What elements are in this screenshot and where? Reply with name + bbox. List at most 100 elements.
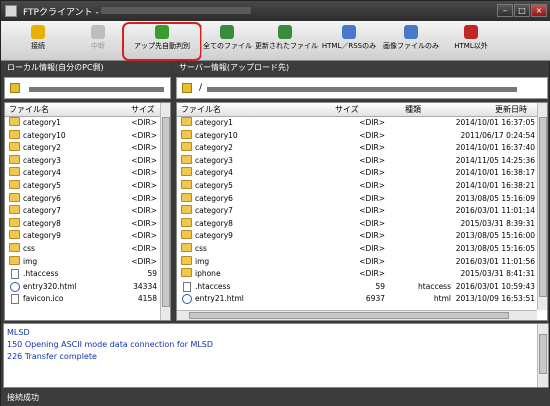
- local-col-name[interactable]: ファイル名: [9, 103, 49, 117]
- all-files-button[interactable]: 全てのファイル: [203, 23, 252, 59]
- html-rss-button[interactable]: HTML／RSSのみ: [319, 23, 379, 59]
- file-row[interactable]: img <DIR> 2016/03/01 11:01:56: [177, 255, 537, 269]
- file-row[interactable]: category1 <DIR>: [5, 117, 160, 130]
- file-row[interactable]: .htaccess 59 htaccess 2016/03/01 10:59:43: [177, 281, 537, 294]
- file-row[interactable]: category10 <DIR>: [5, 129, 160, 143]
- cell-size: <DIR>: [359, 168, 385, 178]
- file-row[interactable]: category3 <DIR> 2014/11/05 14:25:36: [177, 154, 537, 168]
- cell-name: category7: [195, 206, 233, 216]
- folder-icon: [9, 180, 20, 189]
- cell-name: category5: [195, 181, 233, 190]
- server-hscroll-thumb[interactable]: [189, 312, 509, 319]
- file-row[interactable]: category9 <DIR> 2013/08/05 15:16:00: [177, 230, 537, 243]
- local-path-field[interactable]: [4, 77, 171, 99]
- file-row[interactable]: category3 <DIR>: [5, 154, 160, 168]
- cell-name: category8: [23, 218, 61, 228]
- cell-name: category3: [23, 155, 61, 165]
- log-line: 150 Opening ASCII mode data connection f…: [7, 340, 214, 349]
- maximize-button[interactable]: □: [514, 4, 530, 17]
- cell-date: 2016/03/01 10:59:43: [455, 281, 535, 291]
- cell-size: <DIR>: [131, 218, 157, 228]
- file-row[interactable]: entry21.html 6937 html 2013/10/09 16:53:51: [177, 293, 537, 306]
- server-col-date[interactable]: 更新日時: [495, 103, 527, 117]
- folder-icon: [181, 180, 192, 189]
- folder-icon: [181, 142, 192, 152]
- auto-detect-button[interactable]: アップ先自動判別: [126, 23, 198, 59]
- cell-name: category7: [23, 206, 61, 216]
- image-files-label: 画像ファイルのみ: [383, 42, 439, 50]
- no-html-button[interactable]: HTML以外: [449, 23, 493, 59]
- cell-name: css: [195, 244, 207, 253]
- log-scrollbar[interactable]: [537, 324, 548, 387]
- file-row[interactable]: category5 <DIR>: [5, 180, 160, 193]
- html-file-icon: [10, 281, 20, 292]
- file-row[interactable]: .htaccess 59: [5, 268, 160, 281]
- server-scroll-thumb[interactable]: [539, 117, 547, 297]
- file-row[interactable]: img <DIR>: [5, 255, 160, 269]
- file-row[interactable]: category10 <DIR> 2011/06/17 0:24:54: [177, 129, 537, 143]
- cell-date: 2013/08/05 15:16:05: [455, 244, 535, 253]
- cell-size: <DIR>: [359, 269, 385, 279]
- local-col-size[interactable]: サイズ: [131, 103, 155, 117]
- file-row[interactable]: favicon.ico 4158: [5, 293, 160, 306]
- connect-label: 接続: [31, 42, 45, 50]
- server-path-field[interactable]: /: [176, 77, 548, 99]
- file-row[interactable]: category4 <DIR>: [5, 167, 160, 180]
- log-scroll-thumb[interactable]: [539, 334, 547, 374]
- cell-size: <DIR>: [131, 206, 157, 216]
- close-button[interactable]: ×: [531, 4, 547, 17]
- folder-icon: [9, 205, 20, 215]
- cell-name: category4: [23, 168, 61, 178]
- updated-files-button[interactable]: 更新されたファイル: [255, 23, 318, 59]
- cell-size: <DIR>: [131, 256, 157, 266]
- abort-label: 中断: [91, 42, 105, 50]
- cell-name: category8: [195, 218, 233, 228]
- title-bar: FTPクライアント - – □ ×: [1, 1, 550, 21]
- server-horizontal-scrollbar[interactable]: [177, 310, 537, 320]
- image-files-button[interactable]: 画像ファイルのみ: [383, 23, 439, 59]
- window-title: FTPクライアント -: [23, 8, 99, 18]
- file-row[interactable]: entry320.html 34334: [5, 281, 160, 294]
- cell-date: 2014/10/01 16:38:21: [455, 181, 535, 190]
- folder-icon: [9, 255, 20, 265]
- minimize-button[interactable]: –: [497, 4, 513, 17]
- cell-size: <DIR>: [359, 118, 385, 127]
- local-column-header: ファイル名 サイズ: [5, 103, 160, 117]
- cell-size: <DIR>: [131, 231, 157, 241]
- file-row[interactable]: category2 <DIR>: [5, 142, 160, 155]
- cell-name: category1: [195, 118, 233, 127]
- toolbar-separator: [201, 25, 202, 57]
- file-row[interactable]: category4 <DIR> 2014/10/01 16:38:17: [177, 167, 537, 180]
- server-col-type[interactable]: 種類: [405, 103, 421, 117]
- cell-name: category2: [23, 143, 61, 153]
- local-scroll-thumb[interactable]: [162, 117, 170, 307]
- local-vertical-scrollbar[interactable]: [160, 103, 170, 320]
- file-row[interactable]: category8 <DIR>: [5, 217, 160, 231]
- file-row[interactable]: category1 <DIR> 2014/10/01 16:37:05: [177, 117, 537, 130]
- cell-name: category4: [195, 168, 233, 178]
- file-row[interactable]: css <DIR>: [5, 243, 160, 256]
- cell-name: img: [195, 256, 210, 266]
- file-row[interactable]: category7 <DIR> 2016/03/01 11:01:14: [177, 205, 537, 218]
- updated-files-icon: [278, 25, 292, 39]
- server-col-name[interactable]: ファイル名: [181, 103, 221, 117]
- file-row[interactable]: category8 <DIR> 2015/03/31 8:39:31: [177, 217, 537, 231]
- file-row[interactable]: category2 <DIR> 2014/10/01 16:37:40: [177, 142, 537, 155]
- folder-icon: [9, 167, 20, 177]
- connect-button[interactable]: 接続: [21, 23, 55, 59]
- cell-date: 2014/10/01 16:38:17: [455, 168, 535, 178]
- file-row[interactable]: css <DIR> 2013/08/05 15:16:05: [177, 243, 537, 256]
- server-vertical-scrollbar[interactable]: [537, 103, 547, 310]
- file-row[interactable]: category9 <DIR>: [5, 230, 160, 243]
- file-row[interactable]: category5 <DIR> 2014/10/01 16:38:21: [177, 180, 537, 193]
- file-row[interactable]: category6 <DIR> 2013/08/05 15:16:09: [177, 192, 537, 206]
- file-row[interactable]: category6 <DIR>: [5, 192, 160, 206]
- cell-name: css: [23, 244, 35, 253]
- folder-icon: [181, 255, 192, 265]
- server-col-size[interactable]: サイズ: [335, 103, 359, 117]
- no-html-icon: [464, 25, 478, 39]
- file-row[interactable]: category7 <DIR>: [5, 205, 160, 218]
- folder-icon: [9, 142, 20, 152]
- abort-button[interactable]: 中断: [81, 23, 115, 59]
- file-row[interactable]: iphone <DIR> 2015/03/31 8:41:31: [177, 268, 537, 281]
